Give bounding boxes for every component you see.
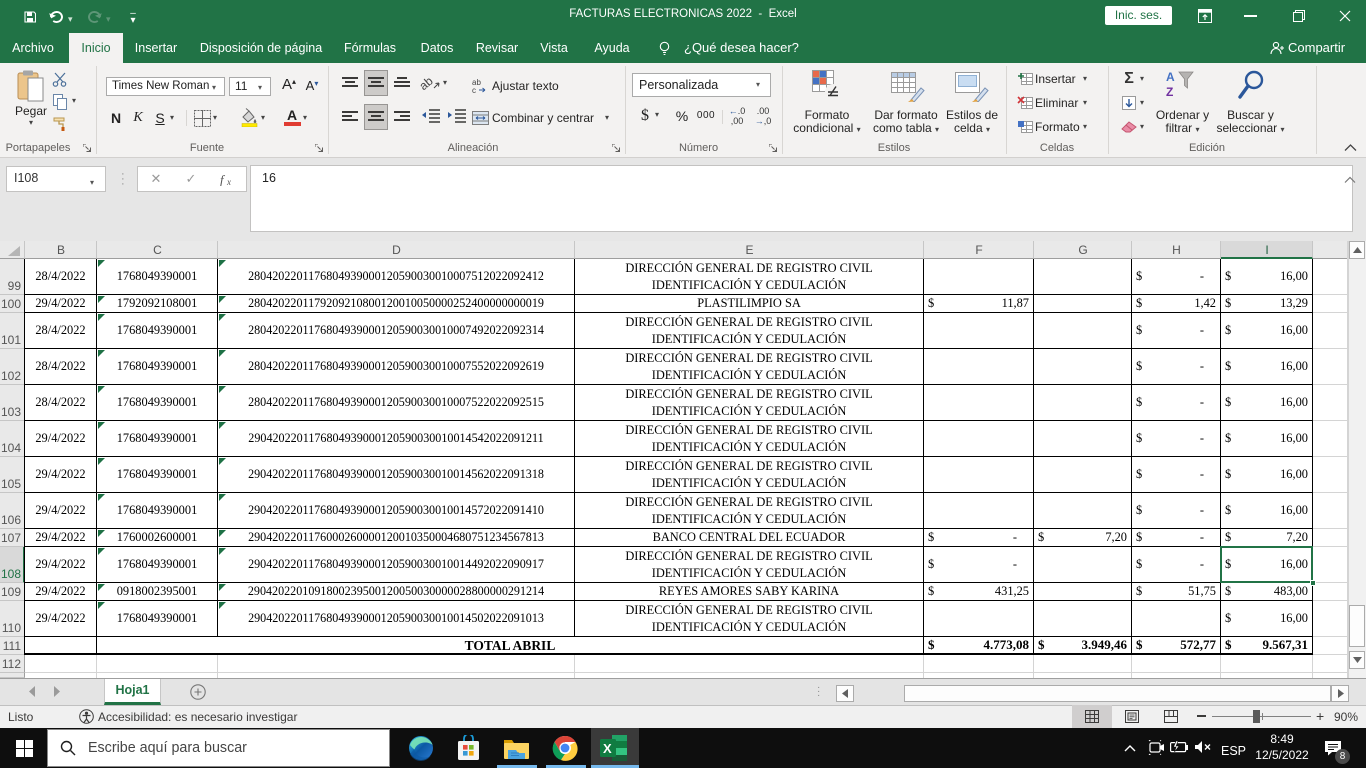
svg-text:X: X xyxy=(603,741,612,756)
svg-text:c: c xyxy=(472,86,476,93)
svg-text:A: A xyxy=(1166,70,1175,84)
svg-text:ab: ab xyxy=(420,74,436,92)
svg-text:f: f xyxy=(220,172,226,186)
svg-text:Z: Z xyxy=(1166,85,1173,99)
svg-text:x: x xyxy=(226,177,231,186)
